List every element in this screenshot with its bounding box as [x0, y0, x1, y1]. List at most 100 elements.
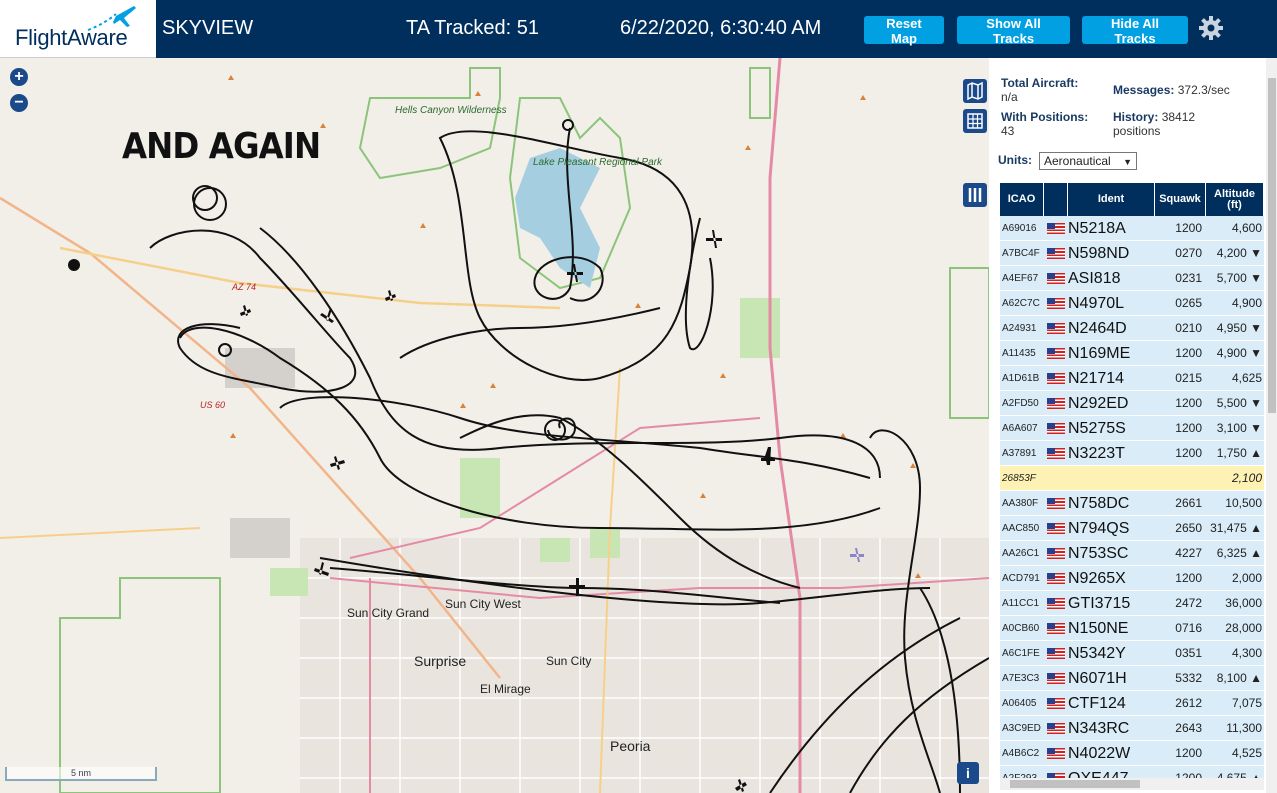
squawk-cell: 0210	[1175, 321, 1202, 335]
table-row[interactable]: A11435 N169ME 1200 4,900 ▼	[1000, 341, 1264, 366]
show-all-tracks-button[interactable]: Show All Tracks	[957, 16, 1070, 46]
flag-cell	[1044, 216, 1068, 240]
gear-icon[interactable]	[1198, 15, 1224, 41]
icao-cell: A6A607	[1002, 423, 1038, 434]
zoom-out-button[interactable]: −	[10, 94, 28, 112]
ident-cell	[1068, 466, 1155, 490]
us-flag-icon	[1047, 398, 1065, 409]
units-select[interactable]: Aeronautical	[1039, 152, 1137, 170]
table-horizontal-scroll-thumb[interactable]	[1010, 780, 1140, 788]
table-row[interactable]: A3C9ED N343RC 2643 11,300	[1000, 716, 1264, 741]
icao-cell: A11CC1	[1002, 598, 1040, 609]
flag-cell	[1044, 566, 1068, 590]
icao-cell: A62C7C	[1002, 298, 1040, 309]
icao-cell: A1D61B	[1002, 373, 1040, 384]
table-row[interactable]: A4B6C2 N4022W 1200 4,525	[1000, 741, 1264, 766]
altitude-cell: 11,300	[1226, 721, 1262, 735]
flag-cell	[1044, 491, 1068, 515]
table-row[interactable]: A4EF67 ASI818 0231 5,700 ▼	[1000, 266, 1264, 291]
us-flag-icon	[1047, 598, 1065, 609]
altitude-cell: 4,950 ▼	[1216, 321, 1262, 335]
flightaware-logo[interactable]: FlightAware	[0, 0, 156, 58]
ident-cell: N9265X	[1068, 570, 1126, 587]
table-row[interactable]: A24931 N2464D 0210 4,950 ▼	[1000, 316, 1264, 341]
table-row[interactable]: AAC850 N794QS 2650 31,475 ▲	[1000, 516, 1264, 541]
squawk-cell: 1200	[1175, 396, 1202, 410]
table-row[interactable]: A69016 N5218A 1200 4,600	[1000, 216, 1264, 241]
flag-cell	[1044, 416, 1068, 440]
table-row[interactable]: A7E3C3 N6071H 5332 8,100 ▲	[1000, 666, 1264, 691]
table-row[interactable]: AA380F N758DC 2661 10,500	[1000, 491, 1264, 516]
stat-total-aircraft: Total Aircraft: n/a	[1001, 76, 1078, 104]
column-header-flag[interactable]	[1044, 183, 1068, 216]
ident-cell: N150NE	[1068, 620, 1129, 637]
table-row[interactable]: A1D61B N21714 0215 4,625	[1000, 366, 1264, 391]
squawk-cell: 0351	[1175, 646, 1202, 660]
flag-cell	[1044, 391, 1068, 415]
squawk-cell: 1200	[1175, 571, 1202, 585]
ident-cell: N6071H	[1068, 670, 1127, 687]
table-body: A69016 N5218A 1200 4,600 A7BC4F N598ND 0270 4,2…	[1000, 216, 1264, 791]
ident-cell: ASI818	[1068, 270, 1121, 287]
table-row[interactable]: A0CB60 N150NE 0716 28,000	[1000, 616, 1264, 641]
hide-all-tracks-button[interactable]: Hide All Tracks	[1082, 16, 1188, 46]
reset-map-button[interactable]: Reset Map	[864, 16, 944, 46]
flag-cell	[1044, 741, 1068, 765]
squawk-cell: 0215	[1175, 371, 1202, 385]
altitude-cell: 5,500 ▼	[1216, 396, 1262, 410]
ident-cell: N4022W	[1068, 745, 1131, 762]
altitude-cell: 28,000	[1225, 621, 1262, 635]
table-row[interactable]: A7BC4F N598ND 0270 4,200 ▼	[1000, 241, 1264, 266]
icao-cell: ACD791	[1002, 573, 1040, 584]
squawk-cell: 5332	[1175, 671, 1202, 685]
header-bar: FlightAware SKYVIEW TA Tracked: 51 6/22/…	[0, 0, 1277, 58]
grid-toggle-button[interactable]	[963, 109, 987, 133]
park-label-hells-canyon: Hells Canyon Wilderness	[395, 105, 507, 116]
table-row[interactable]: A06405 CTF124 2612 7,075	[1000, 691, 1264, 716]
columns-toggle-button[interactable]	[963, 183, 987, 207]
squawk-cell	[1155, 466, 1206, 490]
peak-markers	[228, 75, 921, 578]
table-row[interactable]: A11CC1 GTI3715 2472 36,000	[1000, 591, 1264, 616]
table-row[interactable]: A37891 N3223T 1200 1,750 ▲	[1000, 441, 1264, 466]
icao-cell: A4EF67	[1002, 273, 1039, 284]
column-header-icao[interactable]: ICAO	[1000, 183, 1044, 216]
icao-cell: A3C9ED	[1002, 723, 1041, 734]
altitude-cell: 6,325 ▲	[1216, 546, 1262, 560]
flag-cell	[1044, 716, 1068, 740]
squawk-cell: 1200	[1175, 221, 1202, 235]
squawk-cell: 4227	[1175, 546, 1202, 560]
flag-cell	[1044, 441, 1068, 465]
column-header-ident[interactable]: Ident	[1068, 183, 1155, 216]
flag-cell	[1044, 466, 1068, 490]
column-header-squawk[interactable]: Squawk	[1155, 183, 1206, 216]
column-header-altitude[interactable]: Altitude (ft)	[1206, 183, 1264, 216]
icao-cell: A0CB60	[1002, 623, 1040, 634]
place-label: Sun City West	[445, 597, 521, 611]
us-flag-icon	[1047, 648, 1065, 659]
zoom-in-button[interactable]: +	[10, 68, 28, 86]
scale-bar: 5 nm	[5, 767, 157, 781]
table-row[interactable]: A6C1FE N5342Y 0351 4,300	[1000, 641, 1264, 666]
table-row[interactable]: AA26C1 N753SC 4227 6,325 ▲	[1000, 541, 1264, 566]
map-view[interactable]: Hells Canyon Wilderness Lake Pleasant Re…	[0, 58, 989, 793]
ident-cell: N343RC	[1068, 720, 1130, 737]
table-header: ICAO Ident Squawk Altitude (ft)	[1000, 183, 1264, 216]
place-label: El Mirage	[480, 682, 531, 696]
ident-cell: N794QS	[1068, 520, 1130, 537]
table-row[interactable]: A62C7C N4970L 0265 4,900	[1000, 291, 1264, 316]
table-row[interactable]: A2FD50 N292ED 1200 5,500 ▼	[1000, 391, 1264, 416]
table-row[interactable]: 26853F 2,100	[1000, 466, 1264, 491]
sidebar-scroll-thumb[interactable]	[1268, 78, 1276, 413]
table-row[interactable]: ACD791 N9265X 1200 2,000	[1000, 566, 1264, 591]
table-row[interactable]: A6A607 N5275S 1200 3,100 ▼	[1000, 416, 1264, 441]
ident-cell: N5218A	[1068, 220, 1126, 237]
flag-cell	[1044, 366, 1068, 390]
info-button[interactable]: i	[957, 762, 979, 784]
icao-cell: A24931	[1002, 323, 1037, 334]
altitude-cell: 5,700 ▼	[1216, 271, 1262, 285]
us-flag-icon	[1047, 373, 1065, 384]
map-layers-button[interactable]	[963, 79, 987, 103]
flag-cell	[1044, 291, 1068, 315]
us-flag-icon	[1047, 723, 1065, 734]
